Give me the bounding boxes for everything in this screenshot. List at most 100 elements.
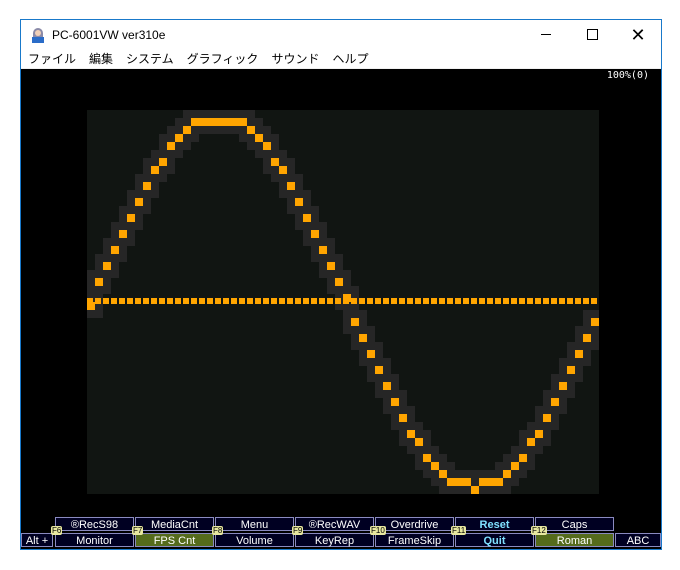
axis-dot — [319, 298, 325, 304]
axis-dot — [271, 298, 277, 304]
axis-dot — [359, 298, 365, 304]
maximize-button[interactable] — [569, 20, 615, 49]
axis-dot — [279, 298, 285, 304]
wave-block — [319, 246, 327, 254]
wave-block — [311, 230, 319, 238]
menu-file[interactable]: ファイル — [21, 50, 82, 67]
fkey-volume[interactable]: Volume — [215, 533, 294, 547]
axis-dot — [335, 298, 341, 304]
wave-block — [575, 350, 583, 358]
fkey-label-f12: F12 — [531, 526, 547, 535]
wave-block — [367, 350, 375, 358]
app-icon — [30, 27, 46, 43]
axis-dot — [447, 298, 453, 304]
wave-block — [567, 366, 575, 374]
fkey-keyrep[interactable]: KeyRep — [295, 533, 374, 547]
minimize-button[interactable] — [523, 20, 569, 49]
axis-dot — [255, 298, 261, 304]
maximize-icon — [586, 29, 598, 40]
wave-block — [343, 294, 351, 302]
wave-block — [247, 126, 255, 134]
axis-dot — [95, 298, 101, 304]
axis-dot — [543, 298, 549, 304]
axis-dot — [263, 298, 269, 304]
wave-block — [543, 414, 551, 422]
wave-block — [479, 478, 487, 486]
wave-block — [559, 382, 567, 390]
wave-block — [175, 134, 183, 142]
fkey-monitor[interactable]: Monitor — [55, 533, 134, 547]
wave-block — [159, 158, 167, 166]
fkey-reset[interactable]: Reset — [455, 517, 534, 531]
axis-dot — [591, 298, 597, 304]
fkey-overdrive[interactable]: Overdrive — [375, 517, 454, 531]
fkey-menu[interactable]: Menu — [215, 517, 294, 531]
wave-block — [391, 398, 399, 406]
menu-graphics[interactable]: グラフィック — [180, 50, 265, 67]
wave-block — [279, 166, 287, 174]
axis-dot — [431, 298, 437, 304]
close-button[interactable]: ✕ — [615, 20, 661, 49]
wave-block — [415, 438, 423, 446]
axis-dot — [111, 298, 117, 304]
axis-dot — [503, 298, 509, 304]
wave-block — [303, 214, 311, 222]
wave-block — [495, 478, 503, 486]
fkey-recs98[interactable]: ®RecS98 — [55, 517, 134, 531]
axis-dot — [239, 298, 245, 304]
waveform-display — [87, 110, 599, 494]
axis-dot — [223, 298, 229, 304]
axis-dot — [375, 298, 381, 304]
menu-sound[interactable]: サウンド — [264, 50, 325, 67]
axis-dot — [439, 298, 445, 304]
axis-dot — [399, 298, 405, 304]
wave-block — [551, 398, 559, 406]
axis-dot — [351, 298, 357, 304]
wave-block — [207, 118, 215, 126]
wave-block — [527, 438, 535, 446]
axis-dot — [135, 298, 141, 304]
axis-dot — [583, 298, 589, 304]
minimize-icon — [541, 34, 551, 35]
alt-key[interactable]: Alt + — [21, 533, 53, 547]
fkey-quit[interactable]: Quit — [455, 533, 534, 547]
wave-block — [511, 462, 519, 470]
axis-dot — [511, 298, 517, 304]
fkey-fps-cnt[interactable]: FPS Cnt — [135, 533, 214, 547]
wave-block — [255, 134, 263, 142]
axis-dot — [575, 298, 581, 304]
axis-dot — [383, 298, 389, 304]
fkey-recwav[interactable]: ®RecWAV — [295, 517, 374, 531]
title-bar[interactable]: PC-6001VW ver310e ✕ — [21, 20, 661, 49]
axis-dot — [311, 298, 317, 304]
axis-dot — [551, 298, 557, 304]
axis-dot — [183, 298, 189, 304]
window-title: PC-6001VW ver310e — [52, 27, 166, 42]
fkey-roman[interactable]: Roman — [535, 533, 614, 547]
fkey-abc[interactable]: ABC — [615, 533, 661, 547]
menu-system[interactable]: システム — [119, 50, 180, 67]
wave-block — [463, 478, 471, 486]
wave-block — [487, 478, 495, 486]
axis-dot — [535, 298, 541, 304]
axis-dot — [103, 298, 109, 304]
axis-dot — [527, 298, 533, 304]
fkey-mediacnt[interactable]: MediaCnt — [135, 517, 214, 531]
wave-block — [447, 478, 455, 486]
wave-block — [351, 318, 359, 326]
axis-dot — [415, 298, 421, 304]
menu-edit[interactable]: 編集 — [82, 50, 119, 67]
wave-block — [327, 262, 335, 270]
axis-dot — [423, 298, 429, 304]
fkey-caps[interactable]: Caps — [535, 517, 614, 531]
axis-dot — [247, 298, 253, 304]
fkey-frameskip[interactable]: FrameSkip — [375, 533, 454, 547]
wave-block — [119, 230, 127, 238]
app-window: PC-6001VW ver310e ✕ ファイル 編集 システム グラフィック … — [20, 19, 662, 550]
menu-bar: ファイル 編集 システム グラフィック サウンド ヘルプ — [21, 49, 661, 69]
wave-block — [95, 278, 103, 286]
axis-dot — [295, 298, 301, 304]
menu-help[interactable]: ヘルプ — [325, 50, 374, 67]
wave-block — [455, 478, 463, 486]
emulator-screen[interactable]: 100%(0) Alt + ®RecS98 MediaCnt Menu ®Rec… — [21, 69, 661, 549]
